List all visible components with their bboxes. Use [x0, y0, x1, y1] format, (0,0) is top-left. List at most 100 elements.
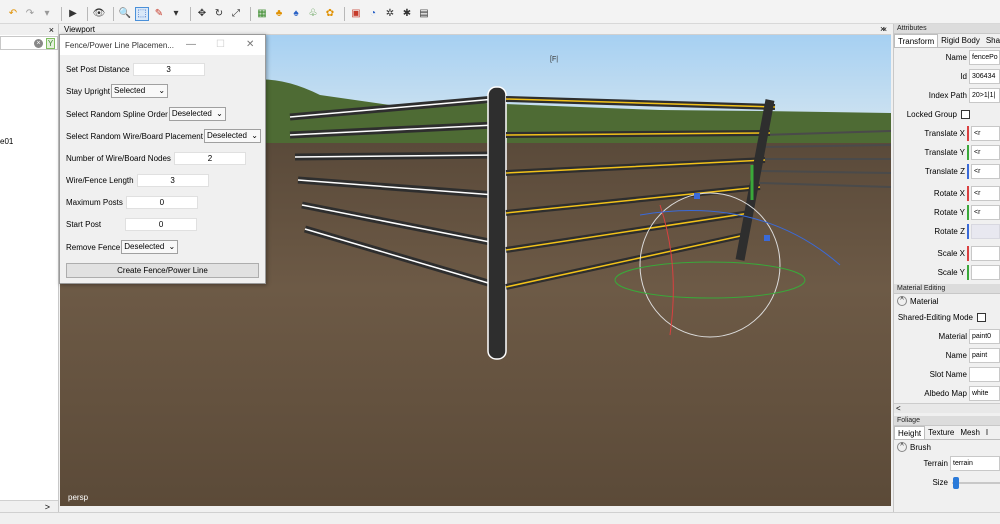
rotate-x-label: Rotate X — [933, 189, 965, 198]
rotate-y-label: Rotate Y — [934, 208, 965, 217]
translate-x-field[interactable]: <r — [971, 126, 1000, 141]
filter-icon[interactable]: Y — [46, 37, 55, 49]
name-field[interactable]: fencePo — [969, 50, 1000, 65]
post-distance-label: Set Post Distance — [66, 65, 130, 74]
gizmo-handle-blue[interactable] — [764, 235, 770, 241]
fence-icon[interactable]: ♣ — [272, 7, 286, 21]
dropdown-icon[interactable]: ▾ — [169, 7, 183, 21]
tab-texture[interactable]: Texture — [925, 426, 957, 439]
rotate-icon[interactable]: ↻ — [212, 7, 226, 21]
id-field[interactable]: 306434 — [969, 69, 1000, 84]
dropdown-icon[interactable]: ▾ — [40, 7, 54, 21]
scale-y-field[interactable] — [971, 265, 1000, 280]
dialog-title-bar[interactable]: Fence/Power Line Placemen... — ☐ ✕ — [60, 35, 265, 55]
post-distance-input[interactable]: 3 — [132, 63, 205, 76]
wire-nodes-input[interactable]: 2 — [173, 152, 246, 165]
terrain-label: Terrain — [923, 459, 948, 468]
paint-icon[interactable]: ✎ — [152, 7, 166, 21]
eye-icon[interactable]: 👁 — [92, 7, 106, 21]
locked-group-label: Locked Group — [906, 110, 957, 119]
scenegraph-search-input[interactable]: × Y — [0, 36, 58, 50]
close-button[interactable]: ✕ — [246, 39, 254, 50]
select-icon[interactable]: ⬚ — [135, 6, 149, 21]
spline-icon[interactable]: ♧ — [306, 7, 320, 21]
index-path-field[interactable]: 20>1|1| — [969, 88, 1000, 103]
albedo-map-field[interactable]: white — [969, 386, 1000, 401]
toolbar-separator — [344, 6, 345, 21]
start-post-row: Start Post 0 — [66, 218, 198, 231]
rotate-z-field[interactable] — [971, 224, 1000, 239]
scale-icon[interactable]: ⤢ — [229, 7, 243, 21]
size-slider-thumb[interactable] — [952, 476, 959, 489]
collapse-icon[interactable]: ^ — [897, 296, 907, 306]
scale-x-label: Scale X — [937, 249, 965, 258]
stay-upright-dropdown[interactable]: Selected ⌄ — [111, 84, 169, 98]
fence-length-input[interactable]: 3 — [136, 174, 209, 187]
scale-x-field[interactable] — [971, 246, 1000, 261]
scroll-right-icon[interactable]: > — [45, 502, 50, 512]
id-label: Id — [960, 72, 967, 81]
shared-editing-checkbox[interactable] — [977, 313, 986, 322]
post-distance-row: Set Post Distance 3 — [66, 63, 205, 76]
foliage-tabs: Height Texture Mesh I — [894, 426, 1000, 440]
gizmo-handle-blue[interactable] — [694, 193, 700, 199]
close-icon[interactable]: × — [880, 24, 885, 34]
tab-height[interactable]: Height — [894, 426, 926, 439]
locked-group-checkbox[interactable] — [961, 110, 970, 119]
vegetation-icon[interactable]: ▦ — [255, 7, 269, 21]
size-slider[interactable] — [950, 476, 1000, 489]
settings-icon[interactable]: ✲ — [383, 7, 397, 21]
rotate-y-field[interactable]: <r — [971, 205, 1000, 220]
water-icon[interactable]: ♠ — [289, 7, 303, 21]
slot-name-field[interactable] — [969, 367, 1000, 382]
scroll-left-icon[interactable]: < — [896, 404, 901, 413]
size-label: Size — [932, 478, 948, 487]
stay-upright-value: Selected — [114, 86, 146, 95]
tab-more[interactable]: I — [983, 426, 991, 439]
render-icon[interactable]: ✱ — [400, 7, 414, 21]
albedo-map-label: Albedo Map — [924, 389, 967, 398]
brush-section[interactable]: ^ Brush — [894, 440, 1000, 454]
material-scrollbar[interactable]: < — [894, 403, 1000, 413]
zoom-icon[interactable]: 🔍 — [118, 7, 132, 21]
maximize-button[interactable]: ☐ — [216, 39, 225, 50]
rotate-x-field[interactable]: <r — [971, 186, 1000, 201]
export-icon[interactable]: ▤ — [417, 7, 431, 21]
camera-icon[interactable]: ▣ — [349, 7, 363, 21]
minimize-button[interactable]: — — [186, 39, 196, 50]
material-name-field[interactable]: paint — [969, 348, 1000, 363]
scenegraph-item[interactable]: e01 — [0, 137, 13, 146]
stay-upright-label: Stay Upright — [66, 86, 111, 96]
rotate-x-row: Rotate X <r — [894, 184, 1000, 203]
tab-transform[interactable]: Transform — [894, 34, 939, 47]
translate-z-field[interactable]: <r — [971, 164, 1000, 179]
name-label: Name — [945, 53, 967, 62]
start-post-label: Start Post — [66, 220, 102, 229]
random-wire-dropdown[interactable]: Deselected ⌄ — [203, 129, 261, 143]
shared-editing-row: Shared-Editing Mode — [894, 308, 1000, 327]
collapse-icon[interactable]: ^ — [897, 442, 907, 452]
tab-shape[interactable]: Sha — [983, 34, 1000, 47]
terrain-field[interactable]: terrain — [950, 456, 1000, 471]
tab-rigid-body[interactable]: Rigid Body — [938, 34, 983, 47]
move-icon[interactable]: ✥ — [195, 7, 209, 21]
max-posts-input[interactable]: 0 — [125, 196, 198, 209]
start-post-input[interactable]: 0 — [125, 218, 198, 231]
lights-icon[interactable]: ✿ — [323, 7, 337, 21]
play-icon[interactable]: ▶ — [66, 7, 80, 21]
redo-icon[interactable]: ↷ — [23, 7, 37, 21]
max-posts-label: Maximum Posts — [66, 198, 123, 207]
undo-icon[interactable]: ↶ — [6, 7, 20, 21]
create-fence-button[interactable]: Create Fence/Power Line — [66, 263, 259, 278]
clear-search-icon[interactable]: × — [34, 38, 43, 48]
scrollbar[interactable]: > — [0, 500, 58, 512]
remove-fence-dropdown[interactable]: Deselected ⌄ — [121, 240, 179, 254]
material-field[interactable]: paint0 — [969, 329, 1000, 344]
stats-icon[interactable]: ◔ — [366, 7, 380, 21]
translate-y-field[interactable]: <r — [971, 145, 1000, 160]
material-section[interactable]: ^ Material — [894, 294, 1000, 308]
tab-mesh[interactable]: Mesh — [957, 426, 983, 439]
fence-placement-dialog: Fence/Power Line Placemen... — ☐ ✕ Set P… — [59, 34, 266, 284]
close-icon[interactable]: × — [49, 25, 54, 35]
random-spline-dropdown[interactable]: Deselected ⌄ — [168, 107, 226, 121]
